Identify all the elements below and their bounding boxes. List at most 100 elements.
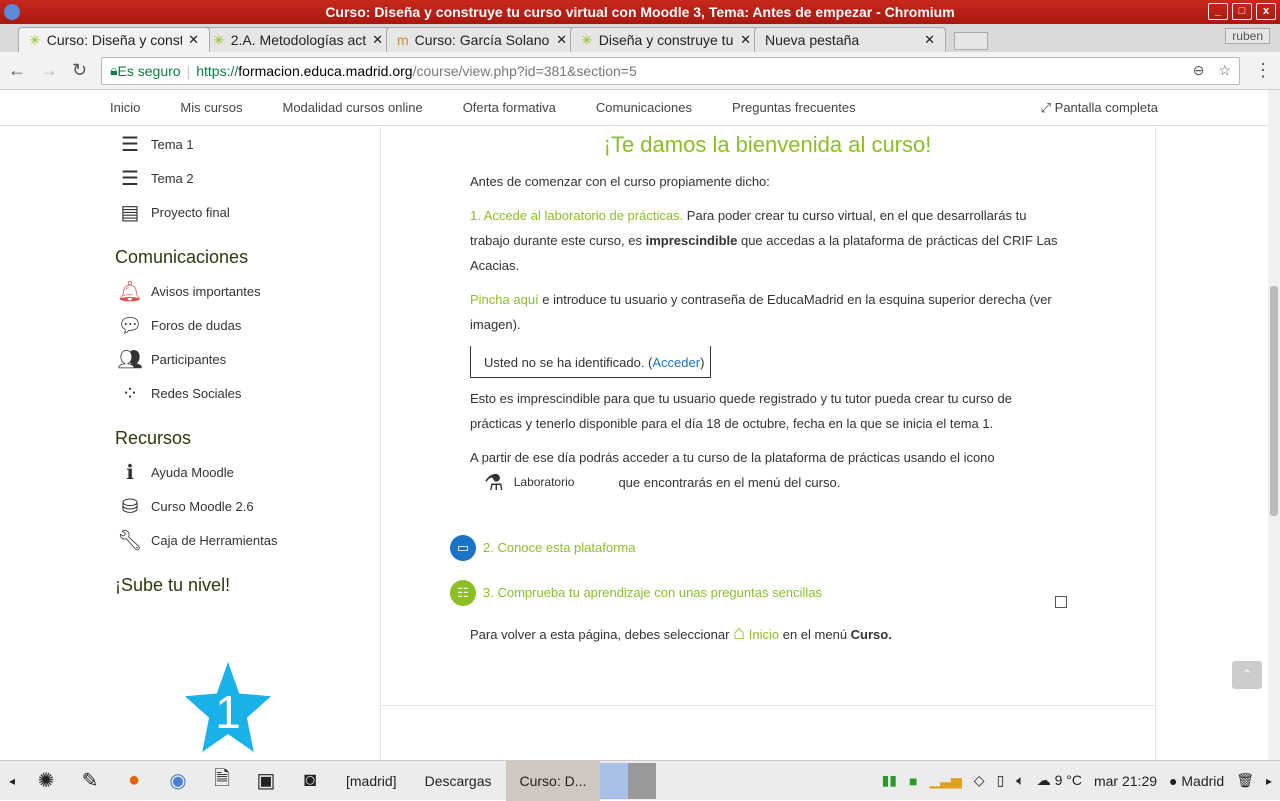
document-icon[interactable]: 🗎 (200, 764, 244, 798)
bell-icon: 🔔︎ (117, 280, 143, 303)
site-nav: Inicio Mis cursos Modalidad cursos onlin… (0, 90, 1280, 126)
window-titlebar: Curso: Diseña y construye tu curso virtu… (0, 0, 1280, 24)
screenshot-icon[interactable]: ▣ (244, 768, 288, 793)
moodle-favicon-icon: ✳ (581, 31, 593, 48)
tab-garcia-solano[interactable]: m Curso: García Solano ✕ (386, 27, 578, 52)
signal-icon[interactable]: ▁▃▅ (929, 772, 961, 789)
page-icon: ▭ (450, 534, 476, 561)
scroll-left-icon[interactable]: ◂ (0, 774, 24, 788)
tab-metodologias[interactable]: ✳2.A. Metodologías activas✕ (202, 27, 394, 52)
tray-monitor-icon[interactable]: ■ (909, 773, 917, 789)
back-to-top-button[interactable]: ⌃ (1232, 661, 1262, 689)
lab-link[interactable]: 1. Accede al laboratorio de prácticas. (470, 208, 683, 223)
server-list-icon: ▤ (120, 201, 140, 224)
secure-label: Es seguro (117, 62, 181, 79)
nav-oferta[interactable]: Oferta formativa (463, 100, 556, 115)
chromium-icon[interactable]: ◉ (156, 768, 200, 793)
nav-mis-cursos[interactable]: Mis cursos (180, 100, 242, 115)
level-star-badge: 1 (185, 662, 271, 752)
minimize-button[interactable]: _ (1208, 3, 1228, 20)
database-icon: ⛁ (121, 495, 139, 518)
battery-icon[interactable]: ▯ (997, 772, 1005, 789)
address-bar[interactable]: 🔒︎ Es seguro | https://formacion.educa.m… (101, 56, 1240, 85)
fullscreen-link[interactable]: ⤢ Pantalla completa (1041, 100, 1158, 116)
sidebar-item-proyecto[interactable]: ▤ Proyecto final (115, 195, 365, 229)
firefox-icon[interactable]: ● (112, 769, 156, 792)
back-icon[interactable]: ← (8, 60, 26, 81)
nav-modalidad[interactable]: Modalidad cursos online (282, 100, 422, 115)
network-icon[interactable]: ◇ (974, 772, 985, 789)
clock[interactable]: mar 21:29 (1094, 773, 1157, 789)
quiz-icon: ☷ (450, 579, 476, 606)
app-menu-icon[interactable]: ✺ (24, 768, 68, 793)
taskbar-window-curso[interactable]: Curso: D... (505, 760, 601, 801)
zoom-icon[interactable]: ⊖ (1193, 62, 1205, 79)
inicio-link[interactable]: Inicio (749, 627, 779, 642)
sidebar-item-tema1[interactable]: ☰ Tema 1 (115, 127, 365, 161)
bookmark-star-icon[interactable]: ☆ (1218, 62, 1231, 79)
page-title: ¡Te damos la bienvenida al curso! (603, 132, 932, 157)
sidebar-item-foros[interactable]: 💬︎ Foros de dudas (115, 308, 365, 342)
moodle-favicon-icon: ✳ (29, 31, 41, 48)
login-screenshot-image: Usted no se ha identificado. (Acceder) (470, 346, 712, 378)
tab-strip: ✳Curso: Diseña y construye✕ ✳2.A. Metodo… (0, 24, 1280, 52)
pincha-aqui-link[interactable]: Pincha aquí (470, 292, 539, 307)
activity-comprueba[interactable]: ☷ 3. Comprueba tu aprendizaje con unas pr… (450, 570, 1067, 615)
page-scrollbar[interactable] (1268, 90, 1280, 760)
terminal-icon[interactable]: ◙ (288, 769, 332, 792)
completion-checkbox[interactable] (1055, 595, 1067, 608)
sidebar-item-moodle26[interactable]: ⛁ Curso Moodle 2.6 (115, 489, 365, 523)
users-icon: 👥︎ (117, 348, 143, 371)
home-icon: ⌂ (733, 622, 746, 644)
sidebar-item-tema2[interactable]: ☰ Tema 2 (115, 161, 365, 195)
tab-disena[interactable]: ✳Diseña y construye tu curso✕ (570, 27, 762, 52)
browser-toolbar: ← → ↻ 🔒︎ Es seguro | https://formacion.e… (0, 52, 1280, 90)
close-button[interactable]: x (1256, 3, 1276, 20)
taskbar-window-descargas[interactable]: Descargas (411, 761, 506, 801)
wrench-icon: 🔧︎ (117, 529, 143, 552)
location-icon: ● (1169, 772, 1182, 789)
tab-close-icon[interactable]: ✕ (556, 32, 567, 48)
maximize-button[interactable]: □ (1232, 3, 1252, 20)
tab-close-icon[interactable]: ✕ (372, 32, 383, 48)
new-tab-button[interactable] (954, 32, 988, 50)
section-heading: Recursos (115, 428, 192, 448)
sidebar-item-herramientas[interactable]: 🔧︎ Caja de Herramientas (115, 523, 365, 557)
sidebar-item-participantes[interactable]: 👥︎ Participantes (115, 342, 365, 376)
notes-icon[interactable]: ✎ (68, 768, 112, 793)
nav-comunicaciones[interactable]: Comunicaciones (596, 100, 692, 115)
tab-close-icon[interactable]: ✕ (740, 32, 751, 48)
numbered-list-icon: ☰ (121, 133, 139, 156)
chromium-icon (4, 4, 20, 20)
reload-icon[interactable]: ↻ (72, 60, 87, 81)
tray-app-icon[interactable]: ▮▮ (882, 772, 897, 789)
weather[interactable]: ☁ 9 °C (1037, 772, 1082, 789)
nav-inicio[interactable]: Inicio (110, 100, 140, 115)
info-icon: ℹ (126, 461, 134, 484)
forward-icon[interactable]: → (40, 60, 58, 81)
nav-preguntas[interactable]: Preguntas frecuentes (732, 100, 856, 115)
scroll-right-icon[interactable]: ▸ (1266, 774, 1272, 788)
trash-icon[interactable]: 🗑︎ (1236, 772, 1254, 789)
course-section: ¡Te damos la bienvenida al curso! Antes … (380, 127, 1156, 760)
spinner-icon: ⁘ (121, 382, 139, 405)
flask-icon: ⚗ (484, 470, 504, 495)
expand-icon: ⤢ (1040, 99, 1055, 115)
sidebar-item-redes[interactable]: ⁘ Redes Sociales (115, 376, 365, 410)
tab-close-icon[interactable]: ✕ (188, 32, 199, 48)
location[interactable]: ● Madrid (1169, 773, 1224, 789)
activity-conoce[interactable]: ▭ 2. Conoce esta plataforma (450, 525, 1065, 570)
tab-curso[interactable]: ✳Curso: Diseña y construye✕ (18, 27, 210, 52)
section-heading: ¡Sube tu nivel! (115, 575, 231, 595)
volume-icon[interactable]: 🔈︎ (1016, 772, 1024, 789)
workspace-switcher[interactable] (600, 762, 657, 799)
tab-close-icon[interactable]: ✕ (924, 32, 935, 48)
profile-button[interactable]: ruben (1225, 28, 1270, 44)
sidebar-item-avisos[interactable]: 🔔︎ Avisos importantes (115, 274, 365, 308)
tab-nueva[interactable]: Nueva pestaña ✕ (754, 27, 946, 52)
sidebar-item-ayuda[interactable]: ℹ Ayuda Moodle (115, 455, 365, 489)
moodle-hat-icon: m (397, 32, 409, 48)
menu-icon[interactable]: ⋮ (1254, 60, 1272, 81)
taskbar-window-madrid[interactable]: [madrid] (332, 761, 411, 801)
moodle-favicon-icon: ✳ (213, 31, 225, 48)
